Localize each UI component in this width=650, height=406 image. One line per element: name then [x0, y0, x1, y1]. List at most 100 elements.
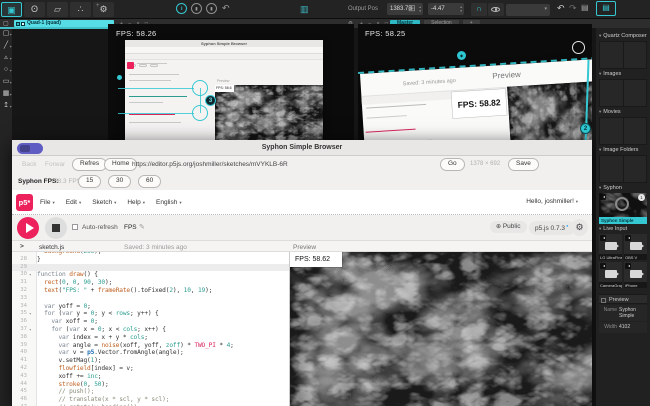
editor-settings-button[interactable]: ⚙ — [571, 219, 588, 236]
media-slot[interactable] — [624, 80, 647, 106]
corner-handle[interactable] — [572, 41, 585, 54]
media-slot[interactable] — [600, 118, 623, 144]
property-value[interactable]: 4102 — [619, 324, 647, 331]
syphon-fps-option-30[interactable]: 30 — [108, 175, 131, 188]
output-two-button[interactable]: ▮ — [206, 3, 217, 14]
surface-tool-button[interactable]: ▱ — [47, 2, 68, 17]
sketch-name[interactable]: FPS — [124, 224, 137, 231]
media-library-button[interactable]: ▤ — [596, 1, 616, 16]
add-triangle-tool[interactable]: ▵ — [0, 52, 12, 64]
menu-edit[interactable]: Edit▾ — [66, 199, 81, 206]
output-pos-y-field[interactable]: -4.47 ▴▾ — [428, 3, 464, 15]
collapse-files-chevron[interactable]: > — [20, 243, 24, 250]
menu-english[interactable]: English▾ — [156, 199, 182, 206]
control-point-handle[interactable] — [192, 80, 208, 96]
syphon-fps-option-15[interactable]: 15 — [78, 175, 101, 188]
media-slot[interactable] — [624, 156, 647, 182]
stepper-icon[interactable]: ▴▾ — [419, 5, 421, 14]
disclosure-triangle-icon[interactable]: ▾ — [599, 33, 601, 38]
live-input-iphone[interactable]: iPhone — [624, 262, 647, 288]
menu-help[interactable]: Help▾ — [127, 199, 145, 206]
media-slot[interactable] — [624, 118, 647, 144]
autorefresh-checkbox[interactable] — [72, 224, 78, 230]
back-button[interactable]: Back — [22, 161, 36, 168]
export-tool[interactable]: ↥ — [0, 100, 12, 112]
menu-sketch[interactable]: Sketch▾ — [92, 199, 116, 206]
property-value[interactable]: Syphon Simple — [619, 307, 647, 319]
stop-button[interactable] — [45, 217, 67, 239]
syphon-fps-label: Syphon FPS: — [18, 178, 58, 185]
media-slot[interactable] — [624, 42, 647, 68]
add-ellipse-tool[interactable]: ○ — [0, 64, 12, 76]
live-input-obs-v[interactable]: OBS V — [624, 234, 647, 260]
stepper-icon[interactable]: ▴▾ — [460, 5, 462, 14]
disclosure-triangle-icon[interactable]: ▾ — [599, 185, 601, 190]
panel-icon[interactable]: ▤ — [581, 3, 589, 12]
menu-file[interactable]: File▾ — [40, 199, 55, 206]
corner-badge[interactable]: 3 — [205, 95, 216, 106]
refresh-button[interactable]: Refres — [72, 158, 107, 171]
preset-dropdown[interactable]: ▾ — [506, 4, 550, 16]
file-tab-sketchjs[interactable]: sketch.js — [39, 244, 64, 251]
section-quartz-composer[interactable]: ▾Quartz Composer — [599, 31, 647, 41]
p5-logo[interactable]: p5* — [16, 194, 33, 211]
add-mesh-tool[interactable]: ▦ — [0, 88, 12, 100]
edge-handle-dot[interactable] — [117, 75, 122, 80]
syphon-fps-option-60[interactable]: 60 — [138, 175, 161, 188]
layer-visibility-swatch[interactable] — [21, 22, 25, 26]
selection-tool-button[interactable]: ▣ — [1, 2, 22, 17]
account-greeting[interactable]: Hello, joshmiller! ▾ — [526, 198, 578, 205]
media-slot[interactable] — [600, 42, 623, 68]
add-line-tool[interactable]: ╱ — [0, 40, 12, 52]
media-slot[interactable] — [600, 80, 623, 106]
window-titlebar[interactable]: Syphon Simple Browser — [12, 140, 592, 156]
control-point-handle[interactable] — [192, 105, 208, 121]
reset-icon[interactable]: ↶ — [222, 4, 230, 13]
syphon-source-thumbnail[interactable]: 1 — [599, 193, 647, 217]
add-icon[interactable]: + — [96, 3, 100, 9]
disclosure-triangle-icon[interactable]: ▾ — [599, 226, 601, 231]
output-one-button[interactable]: ▮ — [191, 3, 202, 14]
edit-name-icon[interactable]: ✎ — [139, 223, 145, 231]
preview-toggle-row[interactable]: Preview — [599, 294, 647, 304]
media-slot[interactable] — [600, 156, 623, 182]
code-editor[interactable]: 27 background(255);28}2930▾function draw… — [12, 252, 290, 406]
section-image-folders[interactable]: ▾Image Folders — [599, 145, 647, 155]
add-quad-tool[interactable]: ▢ — [0, 28, 12, 40]
syphon-source-name[interactable]: Syphon Simple — [599, 217, 647, 224]
fold-arrow-icon[interactable]: ▾ — [29, 310, 37, 318]
disclosure-triangle-icon[interactable]: ▾ — [599, 109, 601, 114]
light-tool-button[interactable]: ʘ — [24, 2, 45, 17]
section-movies[interactable]: ▾Movies — [599, 107, 647, 117]
fold-arrow-icon[interactable]: ▾ — [29, 271, 37, 279]
preview-checkbox[interactable] — [601, 298, 606, 303]
window-controls-pill[interactable] — [17, 143, 43, 154]
undo-button[interactable]: ↶ — [557, 4, 565, 13]
visibility-toggle[interactable] — [488, 3, 504, 16]
url-field[interactable]: https://editor.p5js.org/joshmiller/sketc… — [132, 161, 288, 168]
public-button[interactable]: ⊕ Public — [490, 221, 527, 233]
go-button[interactable]: Go — [440, 158, 465, 171]
fixtures-tool-button[interactable]: ∴ — [70, 2, 91, 17]
redo-button[interactable]: ↷ — [569, 4, 577, 13]
add-mask-tool[interactable]: ▭ — [0, 76, 12, 88]
save-button[interactable]: Save — [508, 158, 539, 171]
section-syphon[interactable]: ▾Syphon — [599, 183, 647, 193]
film-icon[interactable]: ▥ — [300, 4, 309, 15]
play-button[interactable] — [17, 217, 39, 239]
pause-button[interactable]: ‖ — [176, 3, 187, 14]
disclosure-triangle-icon[interactable]: ▾ — [599, 71, 601, 76]
output-pos-x-field[interactable]: 1383.78 ▴▾ — [387, 3, 423, 15]
section-images[interactable]: ▾Images — [599, 69, 647, 79]
live-input-lg-ultrafine[interactable]: LG UltraFine — [599, 234, 622, 260]
section-live-input[interactable]: ▾Live Input — [599, 224, 647, 234]
corner-badge[interactable]: 2 — [580, 123, 591, 134]
edge-midpoint-handle[interactable]: ◆ — [457, 51, 466, 60]
grid-icon[interactable]: ⊞ — [408, 3, 416, 14]
normals-toggle[interactable]: ∩ — [471, 3, 487, 16]
fold-arrow-icon[interactable]: ▾ — [29, 326, 37, 334]
version-selector[interactable]: p5.js 0.7.3 ● — [529, 221, 575, 235]
disclosure-triangle-icon[interactable]: ▾ — [599, 147, 601, 152]
live-input-cameragrap[interactable]: CameraGrap — [599, 262, 622, 288]
forward-button[interactable]: Forwar — [45, 161, 65, 168]
